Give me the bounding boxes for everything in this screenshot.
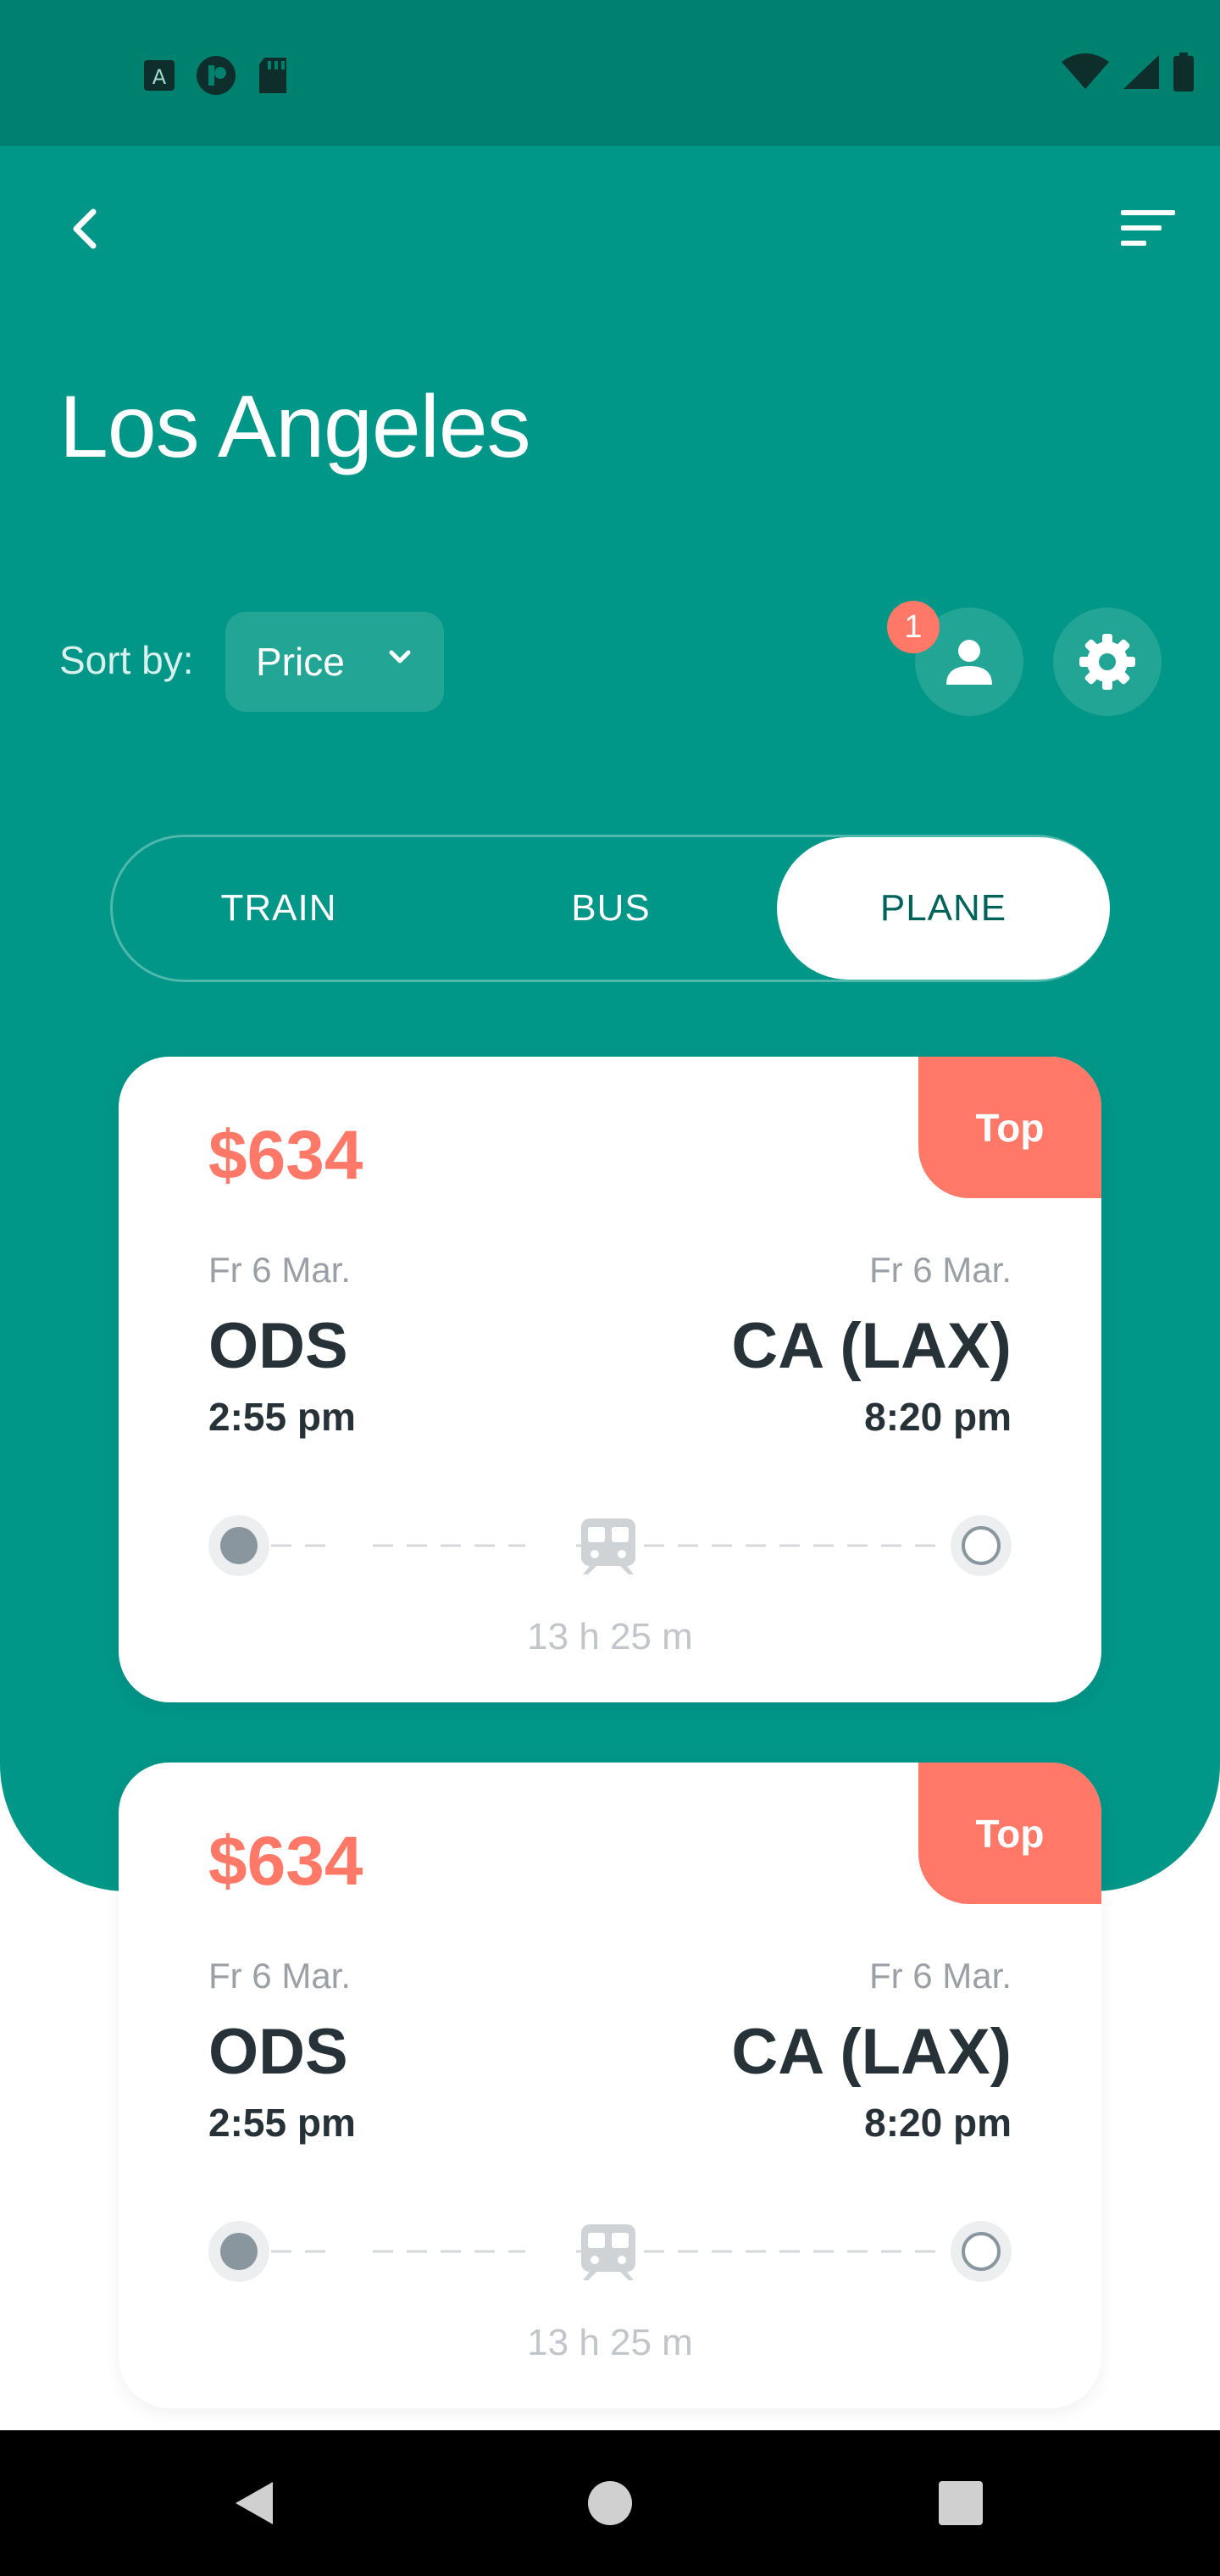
top-badge: Top: [918, 1763, 1101, 1904]
departure-date: Fr 6 Mar.: [208, 1250, 352, 1290]
status-bar: A: [0, 0, 1220, 146]
sort-dropdown-value: Price: [256, 640, 345, 684]
train-icon: [581, 2224, 635, 2280]
route-line: [208, 1515, 1012, 1576]
trip-duration: 13 h 25 m: [527, 2322, 693, 2363]
settings-button[interactable]: [1053, 608, 1162, 716]
departure-city: ODS: [208, 2016, 348, 2088]
trip-price: $634: [208, 1823, 363, 1900]
wifi-icon: [1062, 53, 1109, 89]
app-notification-icon: [197, 56, 236, 95]
tab-train[interactable]: TRAIN: [113, 837, 445, 980]
back-button[interactable]: [51, 195, 119, 263]
page-title: Los Angeles: [59, 378, 531, 476]
arrival-time: 8:20 pm: [864, 1395, 1012, 1439]
tab-bus[interactable]: BUS: [445, 837, 777, 980]
sort-label: Sort by:: [59, 638, 194, 682]
chevron-left-icon: [73, 208, 97, 249]
departure-time: 2:55 pm: [208, 1395, 356, 1439]
notification-badge: 1: [887, 601, 940, 653]
destination-dot-icon: [951, 1515, 1012, 1576]
app-notification-icon: A: [144, 60, 175, 91]
status-icons-left: A: [142, 54, 290, 97]
status-icons-right: [1061, 53, 1195, 92]
departure-date: Fr 6 Mar.: [208, 1956, 352, 1996]
trip-card[interactable]: Top $634 Fr 6 Mar. Fr 6 Mar. ODS CA (LAX…: [119, 1057, 1101, 1702]
svg-text:A: A: [152, 65, 167, 89]
trip-card[interactable]: Top $634 Fr 6 Mar. Fr 6 Mar. ODS CA (LAX…: [119, 1763, 1101, 2408]
nav-recents-button[interactable]: [893, 2430, 1029, 2576]
departure-city: ODS: [208, 1310, 348, 1382]
arrival-city: CA (LAX): [731, 2016, 1012, 2088]
sort-lines-icon: [1121, 210, 1175, 246]
arrival-date: Fr 6 Mar.: [868, 1250, 1012, 1290]
person-icon: [946, 640, 992, 685]
triangle-back-icon: [236, 2482, 273, 2524]
square-recents-icon: [939, 2481, 983, 2525]
filter-button[interactable]: [1101, 195, 1195, 263]
chevron-down-icon: [389, 650, 411, 663]
top-badge: Top: [918, 1057, 1101, 1198]
gear-icon: [1079, 634, 1135, 690]
arrival-date: Fr 6 Mar.: [868, 1956, 1012, 1996]
route-line: [208, 2221, 1012, 2282]
origin-dot-icon: [208, 1515, 269, 1576]
arrival-time: 8:20 pm: [864, 2101, 1012, 2145]
trip-duration: 13 h 25 m: [527, 1616, 693, 1657]
trip-price: $634: [208, 1117, 363, 1194]
cell-signal-icon: [1123, 55, 1159, 89]
train-icon: [581, 1518, 635, 1574]
sort-dropdown[interactable]: Price: [225, 612, 444, 712]
nav-back-button[interactable]: [186, 2430, 322, 2576]
transport-tabs: TRAIN BUS PLANE: [110, 835, 1110, 982]
screen: A Los Angeles Sort by: Price 1 TRAIN BUS…: [0, 0, 1220, 2576]
sd-card-icon: [259, 58, 286, 93]
tab-plane[interactable]: PLANE: [777, 837, 1110, 980]
system-navigation-bar: [0, 2430, 1220, 2576]
departure-time: 2:55 pm: [208, 2101, 356, 2145]
nav-home-button[interactable]: [542, 2430, 678, 2576]
origin-dot-icon: [208, 2221, 269, 2282]
arrival-city: CA (LAX): [731, 1310, 1012, 1382]
battery-icon: [1173, 53, 1194, 92]
circle-home-icon: [588, 2481, 632, 2525]
destination-dot-icon: [951, 2221, 1012, 2282]
